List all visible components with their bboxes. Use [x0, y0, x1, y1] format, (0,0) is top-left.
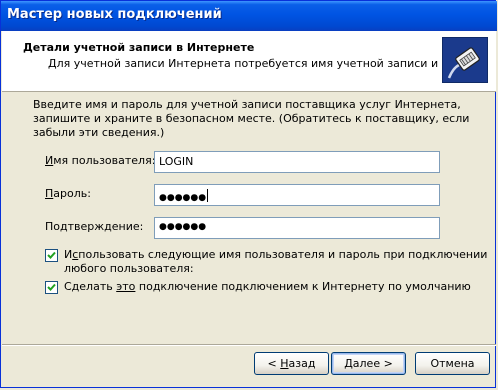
confirm-label: Подтверждение: [45, 220, 144, 233]
connection-plug-icon [442, 37, 488, 83]
username-label: Имя пользователя: [45, 154, 156, 167]
username-value: LOGIN [159, 155, 194, 168]
title-bar[interactable]: Мастер новых подключений [1, 1, 497, 31]
next-button[interactable]: Далее > [331, 352, 406, 375]
default-connection-checkbox[interactable] [45, 281, 58, 294]
username-input[interactable]: LOGIN [154, 151, 440, 173]
footer-divider [2, 344, 496, 346]
confirm-value: ●●●●●● [159, 222, 207, 232]
checkmark-icon [47, 251, 56, 259]
text-caret [207, 189, 209, 202]
header-subtitle: Для учетной записи Интернета потребуется… [48, 57, 487, 70]
password-label: Пароль: [45, 187, 91, 200]
header-title: Детали учетной записи в Интернете [23, 41, 255, 54]
wizard-window: Мастер новых подключений Детали учетной … [0, 0, 497, 388]
confirm-password-input[interactable]: ●●●●●● [154, 217, 440, 239]
wizard-header: Детали учетной записи в Интернете Для уч… [2, 31, 496, 92]
default-connection-label[interactable]: Сделать это подключение подключением к И… [64, 280, 471, 294]
password-value: ●●●●●● [159, 193, 207, 203]
use-for-all-users-label[interactable]: Использовать следующие имя пользователя … [64, 248, 487, 276]
password-input[interactable]: ●●●●●● [154, 184, 440, 206]
back-button[interactable]: < Назад [254, 352, 329, 375]
intro-text: Введите имя и пароль для учетной записи … [33, 98, 470, 139]
cancel-button[interactable]: Отмена [415, 352, 490, 375]
use-for-all-users-checkbox[interactable] [45, 249, 58, 262]
window-title: Мастер новых подключений [7, 7, 222, 22]
checkmark-icon [47, 283, 56, 291]
